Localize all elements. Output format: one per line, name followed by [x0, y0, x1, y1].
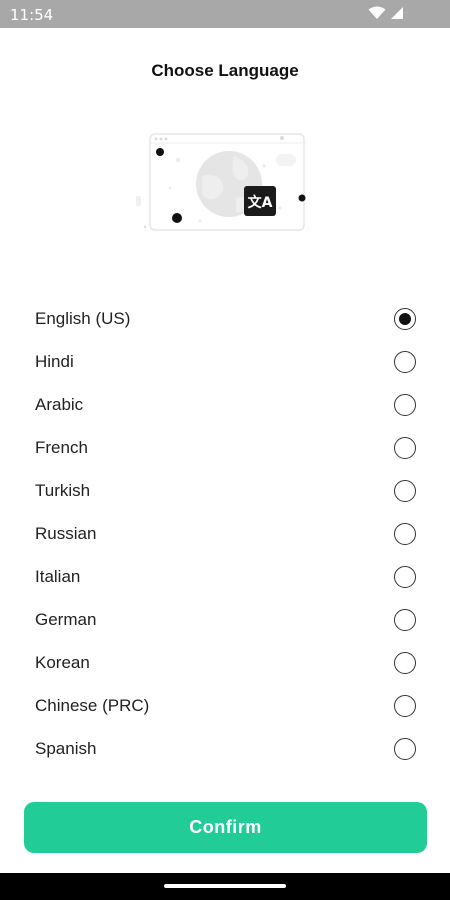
language-label: Hindi	[35, 352, 74, 371]
cell-signal-icon	[391, 7, 403, 19]
radio-button[interactable]	[394, 566, 416, 588]
language-option[interactable]: Chinese (PRC)	[0, 686, 450, 729]
status-time: 11:54	[10, 6, 54, 24]
language-list: English (US) Hindi Arabic French Turkish…	[0, 299, 450, 772]
language-label: German	[35, 610, 97, 629]
language-option[interactable]: Spanish	[0, 729, 450, 772]
language-label: Italian	[35, 567, 81, 586]
decor-dot-icon	[172, 213, 182, 223]
navigation-bar	[0, 873, 450, 900]
translate-icon: 文A	[244, 186, 276, 216]
language-option[interactable]: English (US)	[0, 299, 450, 342]
page-title: Choose Language	[151, 61, 299, 80]
status-bar: 11:54	[0, 0, 450, 28]
language-option[interactable]: German	[0, 600, 450, 643]
translate-badge-glyph: 文A	[248, 194, 273, 211]
home-gesture-handle[interactable]	[164, 884, 286, 888]
radio-button[interactable]	[394, 695, 416, 717]
language-illustration: 文A	[136, 133, 306, 231]
language-label: Spanish	[35, 739, 97, 758]
status-icons	[368, 6, 404, 20]
confirm-button[interactable]: Confirm	[24, 802, 427, 853]
language-option[interactable]: Arabic	[0, 385, 450, 428]
language-label: French	[35, 438, 88, 457]
wifi-icon	[368, 6, 386, 19]
language-option[interactable]: Russian	[0, 514, 450, 557]
radio-button[interactable]	[394, 351, 416, 373]
radio-button[interactable]	[394, 437, 416, 459]
language-label: Chinese (PRC)	[35, 696, 150, 715]
language-label: Korean	[35, 653, 90, 672]
language-option[interactable]: Turkish	[0, 471, 450, 514]
radio-button[interactable]	[394, 738, 416, 760]
radio-button[interactable]	[394, 652, 416, 674]
radio-button[interactable]	[394, 609, 416, 631]
language-label: Arabic	[35, 395, 84, 414]
language-option[interactable]: Italian	[0, 557, 450, 600]
language-label: English (US)	[35, 309, 131, 328]
language-label: Russian	[35, 524, 97, 543]
language-option[interactable]: French	[0, 428, 450, 471]
decor-dot-icon	[156, 148, 164, 156]
language-option[interactable]: Korean	[0, 643, 450, 686]
radio-button[interactable]	[394, 480, 416, 502]
language-option[interactable]: Hindi	[0, 342, 450, 385]
radio-button[interactable]	[394, 308, 416, 330]
decor-dot-icon	[298, 194, 306, 202]
radio-button[interactable]	[394, 394, 416, 416]
language-label: Turkish	[35, 481, 91, 500]
radio-button[interactable]	[394, 523, 416, 545]
